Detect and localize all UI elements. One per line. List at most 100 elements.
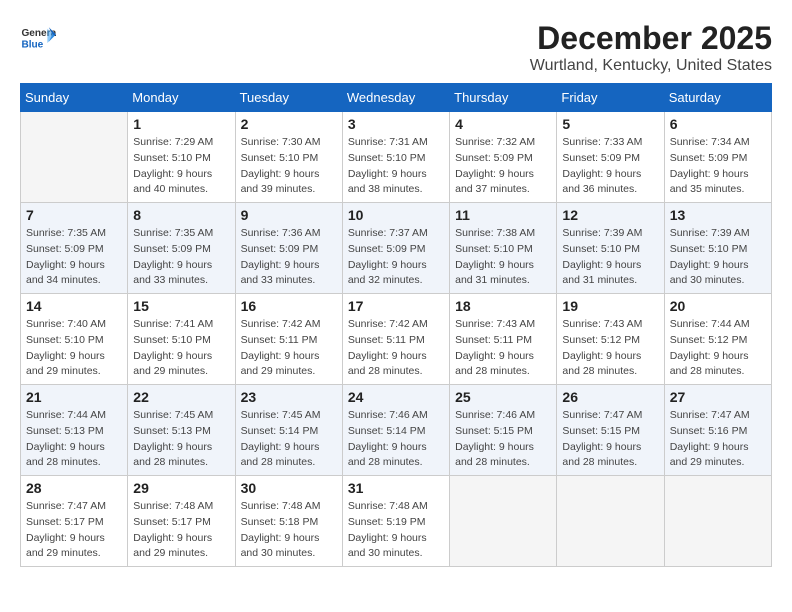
- week-row-3: 14 Sunrise: 7:40 AMSunset: 5:10 PMDayligh…: [21, 294, 772, 385]
- day-info: Sunrise: 7:42 AMSunset: 5:11 PMDaylight:…: [348, 317, 444, 380]
- day-info: Sunrise: 7:46 AMSunset: 5:15 PMDaylight:…: [455, 408, 551, 471]
- calendar-cell: 28 Sunrise: 7:47 AMSunset: 5:17 PMDayligh…: [21, 476, 128, 567]
- day-info: Sunrise: 7:46 AMSunset: 5:14 PMDaylight:…: [348, 408, 444, 471]
- calendar-cell: 8Sunrise: 7:35 AMSunset: 5:09 PMDaylight…: [128, 203, 235, 294]
- calendar-header-row: SundayMondayTuesdayWednesdayThursdayFrid…: [21, 84, 772, 112]
- day-number: 18: [455, 298, 551, 314]
- day-number: 28: [26, 480, 122, 496]
- calendar-cell: 19 Sunrise: 7:43 AMSunset: 5:12 PMDayligh…: [557, 294, 664, 385]
- day-number: 16: [241, 298, 337, 314]
- day-info: Sunrise: 7:47 AMSunset: 5:15 PMDaylight:…: [562, 408, 658, 471]
- day-number: 17: [348, 298, 444, 314]
- calendar-cell: 6 Sunrise: 7:34 AMSunset: 5:09 PMDaylight…: [664, 112, 771, 203]
- title-area: December 2025 Wurtland, Kentucky, United…: [530, 20, 772, 75]
- calendar-cell: 27 Sunrise: 7:47 AMSunset: 5:16 PMDayligh…: [664, 385, 771, 476]
- day-info: Sunrise: 7:38 AMSunset: 5:10 PMDaylight:…: [455, 226, 551, 289]
- calendar-cell: 30Sunrise: 7:48 AMSunset: 5:18 PMDayligh…: [235, 476, 342, 567]
- day-number: 10: [348, 207, 444, 223]
- calendar-cell: 2Sunrise: 7:30 AMSunset: 5:10 PMDaylight…: [235, 112, 342, 203]
- calendar-cell: 15 Sunrise: 7:41 AMSunset: 5:10 PMDayligh…: [128, 294, 235, 385]
- day-info: Sunrise: 7:39 AMSunset: 5:10 PMDaylight:…: [670, 226, 766, 289]
- day-header-tuesday: Tuesday: [235, 84, 342, 112]
- calendar-cell: [21, 112, 128, 203]
- day-number: 9: [241, 207, 337, 223]
- day-info: Sunrise: 7:31 AMSunset: 5:10 PMDaylight:…: [348, 135, 444, 198]
- day-info: Sunrise: 7:48 AMSunset: 5:17 PMDaylight:…: [133, 499, 229, 562]
- day-number: 3: [348, 116, 444, 132]
- day-info: Sunrise: 7:48 AMSunset: 5:18 PMDaylight:…: [241, 499, 337, 562]
- calendar-cell: 31 Sunrise: 7:48 AMSunset: 5:19 PMDayligh…: [342, 476, 449, 567]
- calendar-cell: 3 Sunrise: 7:31 AMSunset: 5:10 PMDaylight…: [342, 112, 449, 203]
- calendar-cell: 12 Sunrise: 7:39 AMSunset: 5:10 PMDayligh…: [557, 203, 664, 294]
- day-number: 31: [348, 480, 444, 496]
- calendar-cell: 18 Sunrise: 7:43 AMSunset: 5:11 PMDayligh…: [450, 294, 557, 385]
- calendar-cell: 25Sunrise: 7:46 AMSunset: 5:15 PMDayligh…: [450, 385, 557, 476]
- day-info: Sunrise: 7:47 AMSunset: 5:16 PMDaylight:…: [670, 408, 766, 471]
- day-info: Sunrise: 7:39 AMSunset: 5:10 PMDaylight:…: [562, 226, 658, 289]
- day-info: Sunrise: 7:34 AMSunset: 5:09 PMDaylight:…: [670, 135, 766, 198]
- calendar-cell: 16Sunrise: 7:42 AMSunset: 5:11 PMDayligh…: [235, 294, 342, 385]
- day-number: 2: [241, 116, 337, 132]
- day-info: Sunrise: 7:47 AMSunset: 5:17 PMDaylight:…: [26, 499, 122, 562]
- day-number: 27: [670, 389, 766, 405]
- day-info: Sunrise: 7:44 AMSunset: 5:13 PMDaylight:…: [26, 408, 122, 471]
- location-title: Wurtland, Kentucky, United States: [530, 57, 772, 75]
- day-number: 20: [670, 298, 766, 314]
- calendar-cell: 21 Sunrise: 7:44 AMSunset: 5:13 PMDayligh…: [21, 385, 128, 476]
- calendar-cell: [557, 476, 664, 567]
- calendar-cell: 10Sunrise: 7:37 AMSunset: 5:09 PMDayligh…: [342, 203, 449, 294]
- calendar-cell: 26 Sunrise: 7:47 AMSunset: 5:15 PMDayligh…: [557, 385, 664, 476]
- day-number: 15: [133, 298, 229, 314]
- day-number: 29: [133, 480, 229, 496]
- day-number: 22: [133, 389, 229, 405]
- day-number: 13: [670, 207, 766, 223]
- calendar-cell: [450, 476, 557, 567]
- day-info: Sunrise: 7:43 AMSunset: 5:12 PMDaylight:…: [562, 317, 658, 380]
- day-header-friday: Friday: [557, 84, 664, 112]
- day-info: Sunrise: 7:48 AMSunset: 5:19 PMDaylight:…: [348, 499, 444, 562]
- day-header-wednesday: Wednesday: [342, 84, 449, 112]
- calendar-cell: 11 Sunrise: 7:38 AMSunset: 5:10 PMDayligh…: [450, 203, 557, 294]
- calendar-cell: 9Sunrise: 7:36 AMSunset: 5:09 PMDaylight…: [235, 203, 342, 294]
- day-info: Sunrise: 7:45 AMSunset: 5:14 PMDaylight:…: [241, 408, 337, 471]
- day-number: 14: [26, 298, 122, 314]
- day-number: 23: [241, 389, 337, 405]
- day-number: 5: [562, 116, 658, 132]
- day-info: Sunrise: 7:44 AMSunset: 5:12 PMDaylight:…: [670, 317, 766, 380]
- day-header-saturday: Saturday: [664, 84, 771, 112]
- calendar-cell: 23 Sunrise: 7:45 AMSunset: 5:14 PMDayligh…: [235, 385, 342, 476]
- day-number: 21: [26, 389, 122, 405]
- week-row-5: 28 Sunrise: 7:47 AMSunset: 5:17 PMDayligh…: [21, 476, 772, 567]
- day-number: 19: [562, 298, 658, 314]
- day-number: 12: [562, 207, 658, 223]
- calendar-cell: 4 Sunrise: 7:32 AMSunset: 5:09 PMDaylight…: [450, 112, 557, 203]
- svg-text:Blue: Blue: [21, 39, 43, 50]
- calendar-cell: 13 Sunrise: 7:39 AMSunset: 5:10 PMDayligh…: [664, 203, 771, 294]
- day-number: 24: [348, 389, 444, 405]
- calendar-cell: 24 Sunrise: 7:46 AMSunset: 5:14 PMDayligh…: [342, 385, 449, 476]
- day-number: 1: [133, 116, 229, 132]
- calendar-cell: 1 Sunrise: 7:29 AMSunset: 5:10 PMDaylight…: [128, 112, 235, 203]
- day-header-monday: Monday: [128, 84, 235, 112]
- logo: General Blue: [20, 20, 56, 56]
- day-header-sunday: Sunday: [21, 84, 128, 112]
- calendar-cell: [664, 476, 771, 567]
- week-row-1: 1 Sunrise: 7:29 AMSunset: 5:10 PMDaylight…: [21, 112, 772, 203]
- day-number: 26: [562, 389, 658, 405]
- calendar-cell: 20 Sunrise: 7:44 AMSunset: 5:12 PMDayligh…: [664, 294, 771, 385]
- logo-icon: General Blue: [20, 20, 56, 56]
- day-header-thursday: Thursday: [450, 84, 557, 112]
- day-info: Sunrise: 7:41 AMSunset: 5:10 PMDaylight:…: [133, 317, 229, 380]
- calendar-table: SundayMondayTuesdayWednesdayThursdayFrid…: [20, 83, 772, 567]
- calendar-cell: 14 Sunrise: 7:40 AMSunset: 5:10 PMDayligh…: [21, 294, 128, 385]
- calendar-cell: 22Sunrise: 7:45 AMSunset: 5:13 PMDayligh…: [128, 385, 235, 476]
- day-number: 8: [133, 207, 229, 223]
- day-info: Sunrise: 7:32 AMSunset: 5:09 PMDaylight:…: [455, 135, 551, 198]
- day-number: 6: [670, 116, 766, 132]
- day-number: 4: [455, 116, 551, 132]
- day-info: Sunrise: 7:43 AMSunset: 5:11 PMDaylight:…: [455, 317, 551, 380]
- day-number: 11: [455, 207, 551, 223]
- day-info: Sunrise: 7:40 AMSunset: 5:10 PMDaylight:…: [26, 317, 122, 380]
- day-number: 7: [26, 207, 122, 223]
- day-info: Sunrise: 7:29 AMSunset: 5:10 PMDaylight:…: [133, 135, 229, 198]
